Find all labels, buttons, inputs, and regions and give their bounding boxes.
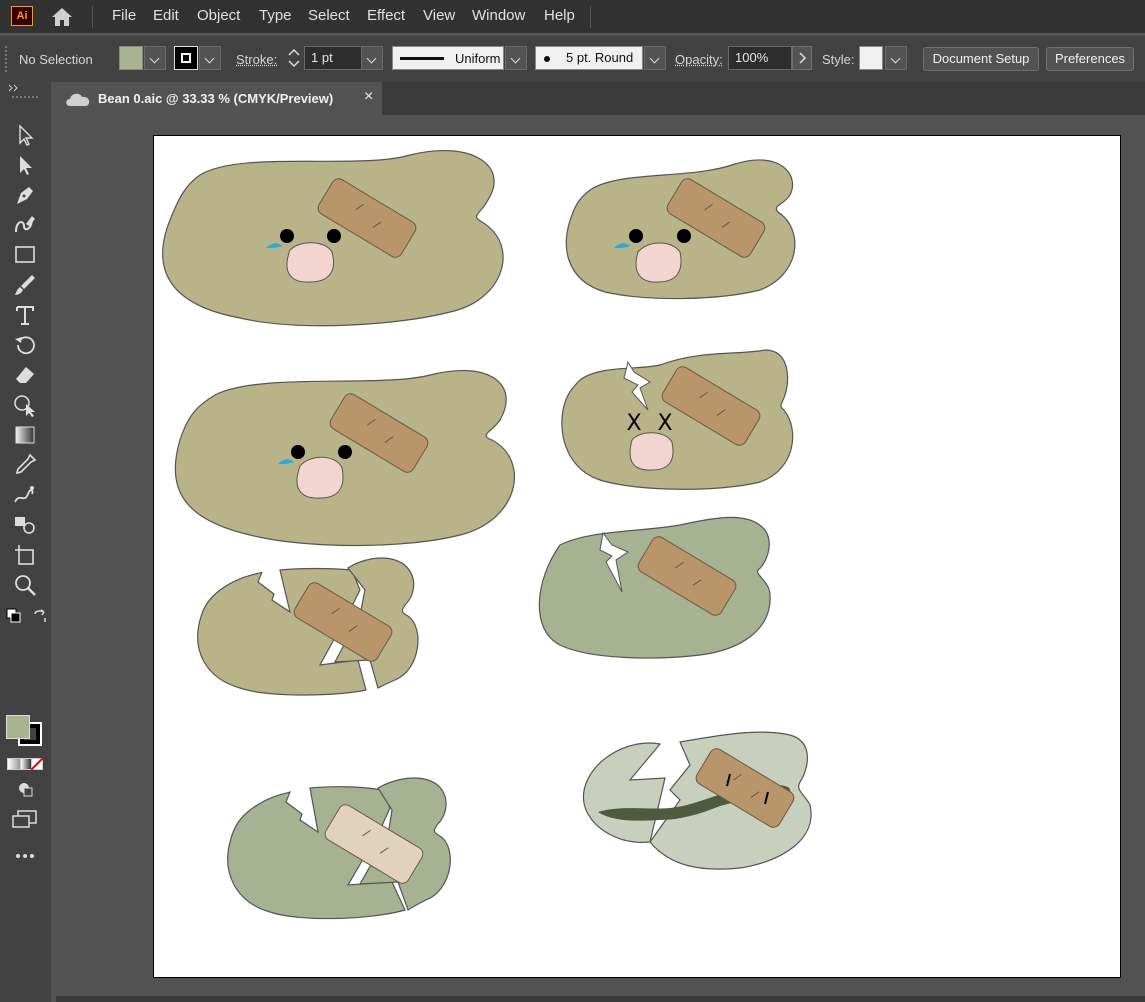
curvature-tool-icon[interactable] [12, 212, 38, 238]
fill-dropdown[interactable] [144, 46, 166, 70]
rotate-tool-icon[interactable] [12, 332, 38, 358]
document-setup-button[interactable]: Document Setup [923, 47, 1039, 71]
fill-swatch[interactable] [6, 715, 30, 739]
pen-tool-icon[interactable] [12, 182, 38, 208]
chevron-right-icon [799, 52, 807, 64]
menu-window[interactable]: Window [472, 7, 525, 24]
bean-split-tan [197, 557, 419, 696]
menu-type[interactable]: Type [259, 7, 292, 24]
preferences-button[interactable]: Preferences [1046, 47, 1134, 71]
stroke-label[interactable]: Stroke: [236, 52, 277, 67]
panel-grip[interactable] [12, 96, 38, 102]
app-logo: Ai [11, 6, 33, 26]
artwork: X X [162, 150, 812, 920]
menu-select[interactable]: Select [308, 7, 350, 24]
home-icon[interactable] [49, 6, 75, 28]
collapse-panel-icon[interactable] [8, 84, 22, 92]
artboard[interactable]: X X [153, 135, 1121, 978]
fill-color-swatch[interactable] [119, 46, 143, 70]
selection-status: No Selection [19, 52, 93, 67]
more-tools-icon[interactable] [15, 852, 37, 860]
horizontal-scrollbar[interactable] [56, 996, 1145, 1002]
document-tab-bar: Bean 0.aic @ 33.33 % (CMYK/Preview) × [56, 82, 1145, 115]
default-colors-icon[interactable] [6, 608, 22, 624]
brush-dropdown[interactable] [644, 46, 666, 70]
eyedropper-tool-icon[interactable] [12, 452, 38, 478]
swap-colors-icon[interactable] [32, 608, 48, 624]
profile-dropdown[interactable] [505, 46, 527, 70]
stroke-weight-dropdown[interactable] [361, 46, 383, 70]
screen-mode-icon[interactable] [12, 810, 38, 828]
menu-effect[interactable]: Effect [367, 7, 405, 24]
paintbrush-tool-icon[interactable] [12, 272, 38, 298]
control-bar: No Selection Stroke: 1 pt Uniform 5 pt. … [0, 36, 1145, 82]
gradient-tool-icon[interactable] [12, 422, 38, 448]
bean-sprouting [582, 731, 812, 870]
document-tab[interactable]: Bean 0.aic @ 33.33 % (CMYK/Preview) × [56, 82, 382, 115]
bean-cracked-x-eyes: X X [561, 349, 794, 490]
cloud-document-icon [66, 93, 90, 106]
color-mode-icon[interactable] [7, 758, 21, 770]
x-eye-right: X [657, 411, 672, 436]
bean-sad-small [565, 159, 796, 300]
variable-width-profile[interactable]: Uniform [392, 46, 504, 70]
bean-cracked-green [538, 516, 771, 659]
menu-bar: Ai File Edit Object Type Select Effect V… [0, 0, 1145, 33]
menu-view[interactable]: View [423, 7, 455, 24]
type-tool-icon[interactable] [12, 302, 38, 328]
opacity-field[interactable]: 100% [728, 46, 792, 70]
bean-sad-large-2 [174, 370, 516, 547]
eraser-tool-icon[interactable] [12, 362, 38, 388]
bean-sad-large-1 [162, 150, 504, 327]
document-tab-title: Bean 0.aic @ 33.33 % (CMYK/Preview) [98, 91, 334, 106]
menu-separator [590, 6, 591, 28]
menu-file[interactable]: File [112, 7, 136, 24]
shape-builder-tool-icon[interactable] [12, 392, 38, 418]
draw-mode-icon[interactable] [16, 780, 34, 798]
brush-label: 5 pt. Round [566, 50, 634, 65]
selection-tool-icon[interactable] [12, 122, 38, 148]
stroke-weight-field[interactable]: 1 pt [304, 46, 362, 70]
style-label: Style: [822, 52, 855, 67]
graphic-style-swatch[interactable] [859, 46, 883, 70]
symbol-sprayer-tool-icon[interactable] [12, 512, 38, 538]
stroke-dropdown[interactable] [199, 46, 221, 70]
menu-object[interactable]: Object [197, 7, 240, 24]
menu-edit[interactable]: Edit [153, 7, 179, 24]
close-tab-icon[interactable]: × [364, 88, 373, 106]
opacity-label[interactable]: Opacity: [675, 52, 723, 67]
direct-selection-tool-icon[interactable] [12, 152, 38, 178]
stroke-color-swatch[interactable] [174, 46, 198, 70]
stroke-stepper[interactable] [285, 46, 303, 70]
artboard-tool-icon[interactable] [12, 542, 38, 568]
menu-separator [92, 6, 93, 28]
x-eye-left: X [626, 411, 641, 436]
opacity-arrow-button[interactable] [792, 46, 812, 70]
blend-tool-icon[interactable] [12, 482, 38, 508]
tools-panel [0, 82, 51, 1002]
control-bar-grip[interactable] [5, 46, 9, 72]
rectangle-tool-icon[interactable] [12, 242, 38, 268]
menu-help[interactable]: Help [544, 7, 575, 24]
profile-label: Uniform [455, 51, 501, 66]
graphic-style-dropdown[interactable] [885, 46, 907, 70]
bean-split-green [227, 777, 451, 920]
none-mode-icon[interactable] [31, 758, 43, 770]
zoom-tool-icon[interactable] [12, 572, 38, 598]
brush-definition[interactable]: 5 pt. Round [535, 46, 643, 70]
